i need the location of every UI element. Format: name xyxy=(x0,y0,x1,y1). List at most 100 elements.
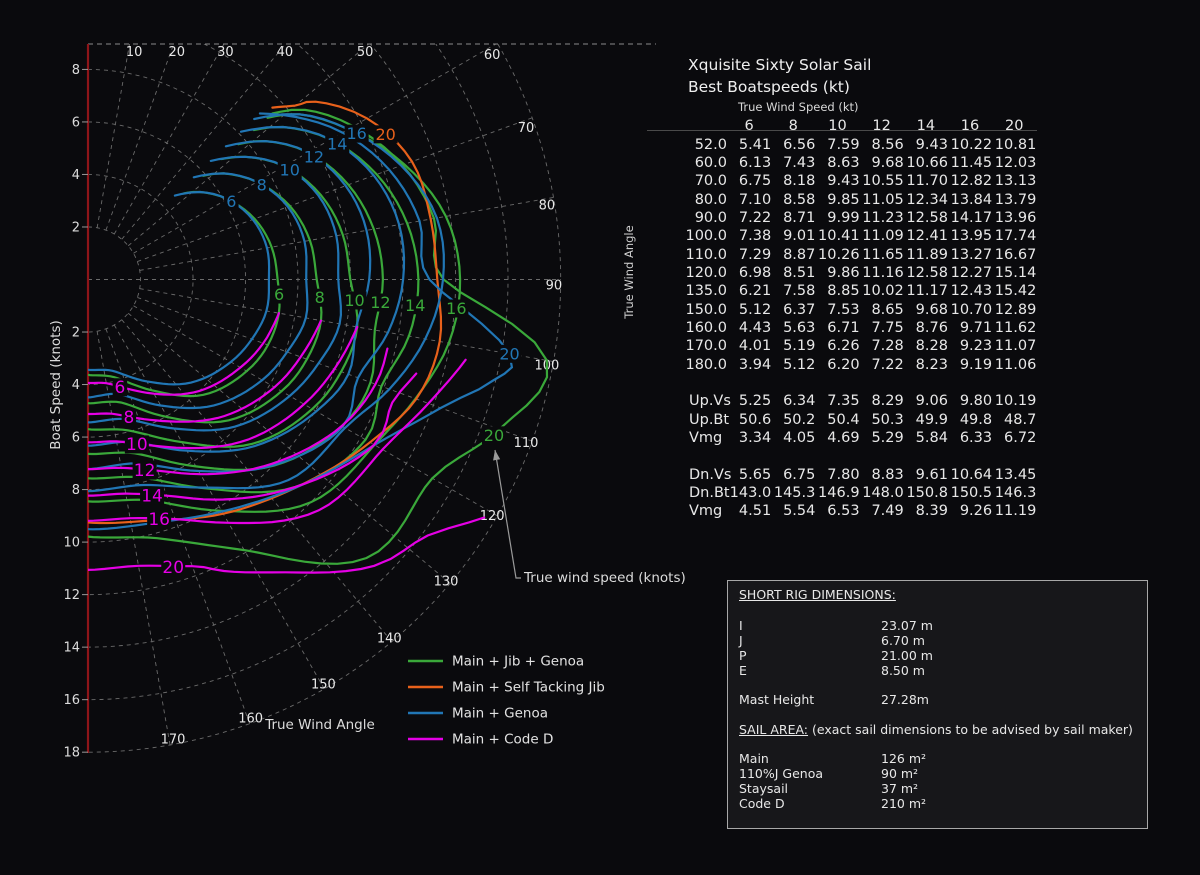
sail-area-row-4: Code D210 m² xyxy=(739,796,785,811)
cell: 6.21 xyxy=(727,283,771,299)
boatspeed-row: 180.03.945.126.207.228.239.1911.06 xyxy=(648,355,1036,373)
boatspeed-row: 135.06.217.588.8510.0211.1712.4315.42 xyxy=(648,282,1036,300)
cell: 12.89 xyxy=(992,302,1036,318)
row-label: 120.0 xyxy=(648,265,727,281)
cell: 9.01 xyxy=(771,228,815,244)
boatspeed-row: 120.06.988.519.8611.1612.5812.2715.14 xyxy=(648,264,1036,282)
cell: 12.43 xyxy=(948,283,992,299)
wind-speed-curve-label: 10 xyxy=(126,435,148,455)
boatspeed-row: 80.07.108.589.8511.0512.3413.8413.79 xyxy=(648,190,1036,208)
row-label: 60.0 xyxy=(648,155,727,171)
cell: 7.22 xyxy=(860,357,904,373)
cell: 5.29 xyxy=(860,430,904,446)
cell: 49.9 xyxy=(904,412,948,428)
cell: 5.12 xyxy=(771,357,815,373)
cell: 4.43 xyxy=(727,320,771,336)
boatspeed-row: 170.04.015.196.267.288.289.2311.07 xyxy=(648,337,1036,355)
polar-chart: 2468246810121416181020304050607080901001… xyxy=(0,0,700,875)
cell: 150.5 xyxy=(948,485,992,501)
wind-speed-curve-label: 20 xyxy=(499,344,519,363)
polar-grid xyxy=(88,0,561,752)
upwind-summary-row: Up.Bt50.650.250.450.349.949.848.7 xyxy=(648,411,1036,429)
cell: 9.99 xyxy=(815,210,859,226)
cell: 7.10 xyxy=(727,192,771,208)
wind-speed-curve-label: 6 xyxy=(274,285,284,304)
cell: 12.58 xyxy=(904,210,948,226)
row-label: 52.0 xyxy=(648,137,727,153)
cell: 5.65 xyxy=(727,467,771,483)
row-label: 100.0 xyxy=(648,228,727,244)
wind-speed-curve-label: 6 xyxy=(115,378,126,398)
angle-tick-label: 130 xyxy=(434,575,459,590)
cell: 7.75 xyxy=(860,320,904,336)
boatspeed-table: 68101214162052.05.416.567.598.569.4310.2… xyxy=(648,117,1036,521)
polar-performance-screen: { "table_block": { "title": "Xquisite Si… xyxy=(0,0,1200,875)
downwind-summary-row: Dn.Bt143.0145.3146.9148.0150.8150.5146.3 xyxy=(648,484,1036,502)
cell: 11.06 xyxy=(992,357,1036,373)
table-subtitle: Best Boatspeeds (kt) xyxy=(688,78,850,96)
speed-tick-label: 18 xyxy=(63,746,80,761)
cell: 12.27 xyxy=(948,265,992,281)
legend-label-1: Main + Jib + Genoa xyxy=(452,654,584,670)
cell: 6.98 xyxy=(727,265,771,281)
speed-tick-label: 8 xyxy=(72,63,80,78)
cell: 9.80 xyxy=(948,393,992,409)
angle-tick-label: 70 xyxy=(518,121,535,136)
cell: 11.89 xyxy=(904,247,948,263)
cell: 8.18 xyxy=(771,173,815,189)
boatspeed-row: 110.07.298.8710.2611.6511.8913.2716.67 xyxy=(648,245,1036,263)
speed-tick-label: 2 xyxy=(72,326,80,341)
cell: 10.64 xyxy=(948,467,992,483)
cell: 10.02 xyxy=(860,283,904,299)
cell: 6.72 xyxy=(992,430,1036,446)
legend-label-4: Main + Code D xyxy=(452,732,553,748)
cell: 8.71 xyxy=(771,210,815,226)
wind-speed-curve-label: 14 xyxy=(327,135,347,154)
cell: 9.23 xyxy=(948,338,992,354)
cell: 12.41 xyxy=(904,228,948,244)
wind-speed-curve-label: 8 xyxy=(123,408,134,428)
row-label: 170.0 xyxy=(648,338,727,354)
speed-tick-label: 16 xyxy=(63,693,80,708)
cell: 8.56 xyxy=(860,137,904,153)
cell: 6.75 xyxy=(771,467,815,483)
wind-speed-curve-label: 12 xyxy=(304,147,324,166)
row-label: 150.0 xyxy=(648,302,727,318)
cell: 12.03 xyxy=(992,155,1036,171)
cell: 3.34 xyxy=(727,430,771,446)
grid-ring xyxy=(88,122,246,437)
annotation-text: True wind speed (knots) xyxy=(523,570,686,586)
downwind-summary-row: Vmg4.515.546.537.498.399.2611.19 xyxy=(648,502,1036,520)
cell: 13.13 xyxy=(992,173,1036,189)
boatspeed-row: 90.07.228.719.9911.2312.5814.1713.96 xyxy=(648,209,1036,227)
table-title: Xquisite Sixty Solar SailBest Boatspeeds… xyxy=(688,54,871,98)
legend xyxy=(408,661,443,739)
cell: 5.84 xyxy=(904,430,948,446)
cell: 7.43 xyxy=(771,155,815,171)
boatspeed-row: 150.05.126.377.538.659.6810.7012.89 xyxy=(648,300,1036,318)
cell: 11.45 xyxy=(948,155,992,171)
cell: 50.2 xyxy=(771,412,815,428)
cell: 6.53 xyxy=(815,503,859,519)
radial-axis-title: Boat Speed (knots) xyxy=(48,320,64,449)
legend-label-3: Main + Genoa xyxy=(452,706,548,722)
cell: 8.29 xyxy=(860,393,904,409)
mast-height-row: Mast Height27.28m xyxy=(739,692,814,707)
cell: 10.81 xyxy=(992,137,1036,153)
cell: 9.43 xyxy=(904,137,948,153)
speed-tick-label: 6 xyxy=(72,115,80,130)
cell: 8.83 xyxy=(860,467,904,483)
annotation-arrowhead xyxy=(493,450,500,460)
cell: 9.06 xyxy=(904,393,948,409)
angle-tick-label: 110 xyxy=(514,436,539,451)
cell: 9.68 xyxy=(904,302,948,318)
boatspeed-row: 160.04.435.636.717.758.769.7111.62 xyxy=(648,319,1036,337)
rig-dim-i: I23.07 m xyxy=(739,618,743,633)
angular-axis-title: True Wind Angle xyxy=(264,717,375,733)
cell: 3.94 xyxy=(727,357,771,373)
wind-speed-curve-label: 14 xyxy=(405,296,425,315)
cell: 11.17 xyxy=(904,283,948,299)
angle-tick-label: 80 xyxy=(539,198,556,213)
boatspeed-row: 100.07.389.0110.4111.0912.4113.9517.74 xyxy=(648,227,1036,245)
cell: 11.07 xyxy=(992,338,1036,354)
